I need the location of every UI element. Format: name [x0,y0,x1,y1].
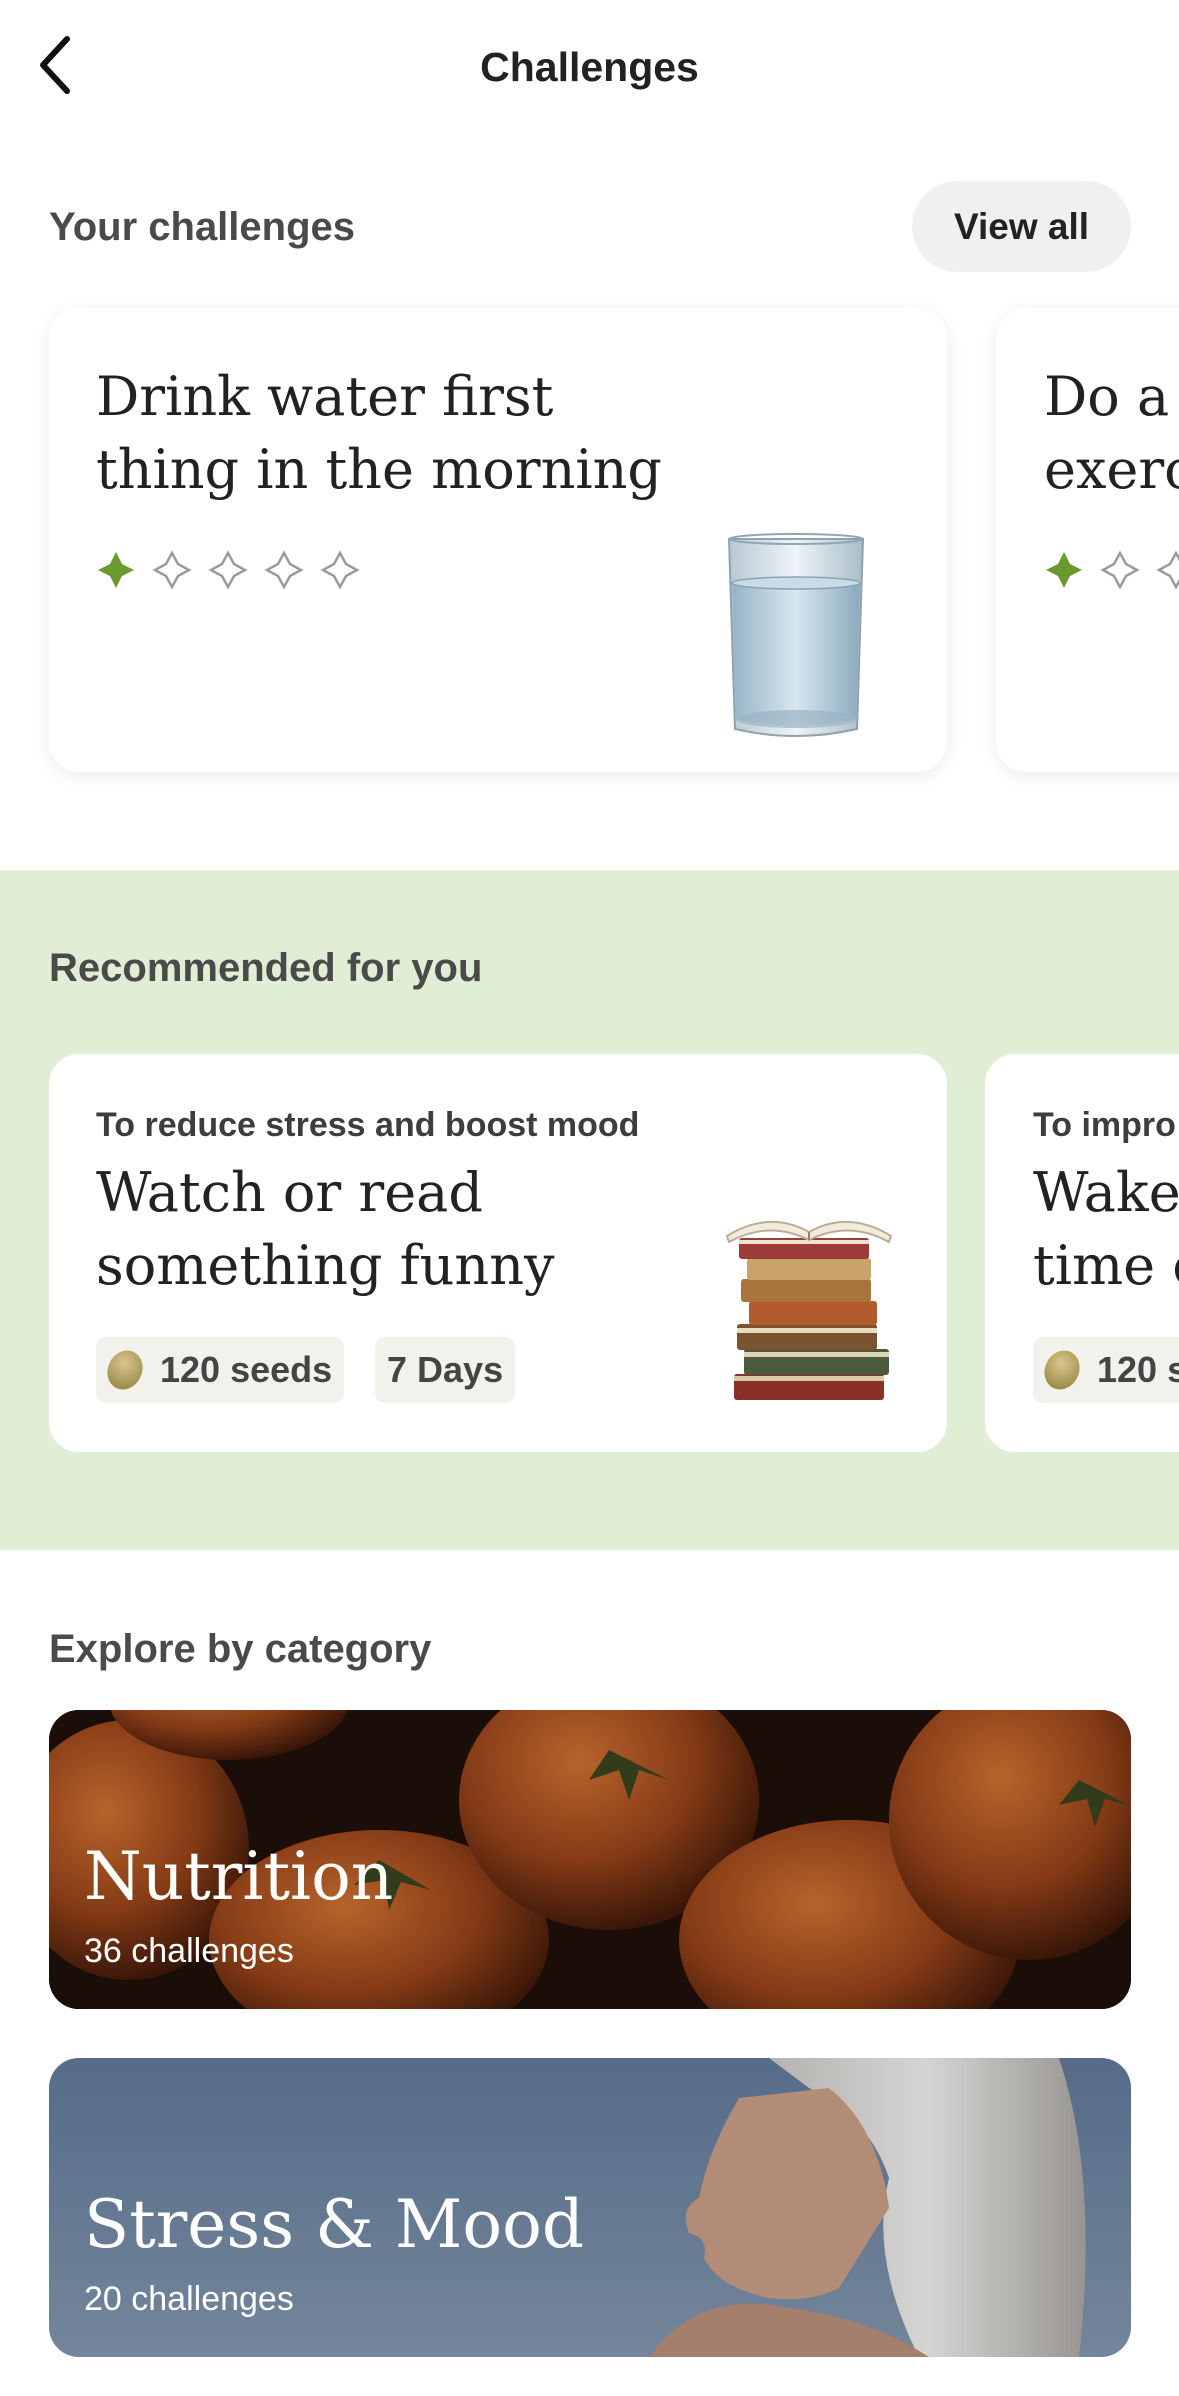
category-title: Stress & Mood [84,2186,585,2263]
progress-stars [96,550,360,590]
view-all-button[interactable]: View all [912,181,1131,272]
challenge-title: Drink water first thing in the morning [96,365,662,501]
page-title: Challenges [480,44,699,90]
your-challenges-heading: Your challenges [49,205,356,249]
recommended-subtitle: To impro [1033,1106,1176,1144]
challenge-title: Do a l exerc [1044,365,1179,501]
recommended-card[interactable]: To reduce stress and boost mood Watch or… [49,1054,947,1452]
challenge-card[interactable]: Do a l exerc [996,308,1179,772]
progress-stars [1044,550,1179,590]
sparkle-empty-icon [208,550,248,590]
books-stack-icon [725,1221,893,1400]
recommended-subtitle: To reduce stress and boost mood [96,1106,640,1144]
sparkle-filled-icon [98,552,134,588]
sparkle-empty-icon [320,550,360,590]
category-card-stress-mood[interactable]: Stress & Mood 20 challenges [49,2058,1131,2357]
water-glass-icon [727,533,865,737]
category-card-nutrition[interactable]: Nutrition 36 challenges [49,1710,1131,2009]
seeds-badge: 120 seeds [96,1337,345,1403]
category-count: 20 challenges [84,2280,294,2318]
recommended-title: Watch or read something funny [96,1161,555,1297]
seeds-badge: 120 s [1033,1337,1179,1403]
category-count: 36 challenges [84,1932,294,1970]
duration-badge: 7 Days [375,1337,516,1403]
your-challenges-carousel[interactable]: Drink water first thing in the morning D… [0,290,1179,810]
sparkle-empty-icon [152,550,192,590]
seed-icon [101,1344,149,1396]
sparkle-empty-icon [1156,550,1179,590]
seed-icon [1038,1344,1086,1396]
recommended-carousel[interactable]: To reduce stress and boost mood Watch or… [0,1040,1179,1480]
challenge-card[interactable]: Drink water first thing in the morning [49,308,947,772]
header: Challenges [0,0,1179,140]
explore-heading: Explore by category [49,1627,432,1671]
sparkle-filled-icon [1046,552,1082,588]
recommended-heading: Recommended for you [49,946,483,990]
recommended-title: Wake time e [1033,1161,1179,1297]
category-title: Nutrition [84,1838,394,1915]
sparkle-empty-icon [264,550,304,590]
recommended-card[interactable]: To impro Wake time e 120 s [985,1054,1179,1452]
sparkle-empty-icon [1100,550,1140,590]
